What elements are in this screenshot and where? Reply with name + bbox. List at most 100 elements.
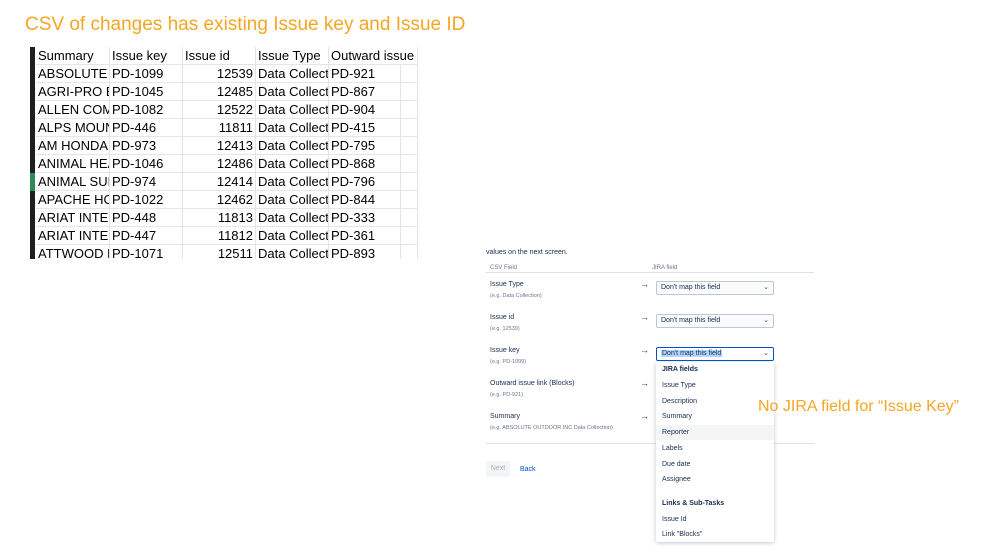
csv-field-label: Outward issue link (Blocks) — [490, 380, 575, 387]
header-issue-id[interactable]: Issue id — [183, 47, 256, 65]
chevron-down-icon: ⌄ — [763, 350, 769, 357]
cell-outward-link[interactable]: PD-904 — [329, 101, 401, 119]
header-issue-type[interactable]: Issue Type — [256, 47, 329, 65]
cell-outward-link[interactable]: PD-844 — [329, 191, 401, 209]
cell-issue-id[interactable]: 12539 — [183, 65, 256, 83]
cell-issue-key[interactable]: PD-973 — [110, 137, 183, 155]
cell-issue-id[interactable]: 12485 — [183, 83, 256, 101]
cell-issue-key[interactable]: PD-1071 — [110, 245, 183, 259]
cell-issue-key[interactable]: PD-1022 — [110, 191, 183, 209]
table-row: ARIAT INTER PD-447 11812 Data Collecti P… — [30, 227, 418, 245]
cell-issue-id[interactable]: 12414 — [183, 173, 256, 191]
arrow-right-icon: → — [640, 312, 649, 322]
cell-empty[interactable] — [401, 191, 418, 209]
cell-empty[interactable] — [401, 245, 418, 259]
cell-empty[interactable] — [401, 227, 418, 245]
cell-issue-key[interactable]: PD-1099 — [110, 65, 183, 83]
cell-issue-id[interactable]: 11812 — [183, 227, 256, 245]
cell-issue-type[interactable]: Data Collecti — [256, 155, 329, 173]
cell-outward-link[interactable]: PD-893 — [329, 245, 401, 259]
cell-issue-type[interactable]: Data Collecti — [256, 65, 329, 83]
cell-issue-key[interactable]: PD-974 — [110, 173, 183, 191]
dropdown-option[interactable]: Issue Id — [656, 512, 774, 527]
next-button[interactable]: Next — [486, 461, 510, 477]
cell-summary[interactable]: AGRI-PRO EI — [36, 83, 110, 101]
cell-issue-key[interactable]: PD-1046 — [110, 155, 183, 173]
cell-issue-key[interactable]: PD-447 — [110, 227, 183, 245]
cell-issue-type[interactable]: Data Collecti — [256, 227, 329, 245]
dropdown-option[interactable]: Assignee — [656, 472, 774, 487]
cell-outward-link[interactable]: PD-867 — [329, 83, 401, 101]
cell-issue-type[interactable]: Data Collecti — [256, 83, 329, 101]
csv-field-example: (e.g. PD-921) — [490, 392, 524, 398]
dropdown-option[interactable]: Labels — [656, 441, 774, 456]
cell-issue-key[interactable]: PD-1082 — [110, 101, 183, 119]
dropdown-option[interactable]: Summary — [656, 409, 774, 424]
row-marker — [30, 245, 35, 259]
dropdown-option[interactable]: Link "Blocks" — [656, 527, 774, 542]
cell-empty[interactable] — [401, 65, 418, 83]
cell-issue-type[interactable]: Data Collecti — [256, 119, 329, 137]
cell-issue-key[interactable]: PD-1045 — [110, 83, 183, 101]
dropdown-option[interactable]: Issue Type — [656, 378, 774, 393]
csv-field-example: (e.g. Data Collection) — [490, 293, 542, 299]
header-summary[interactable]: Summary — [36, 47, 110, 65]
back-link[interactable]: Back — [520, 466, 536, 473]
row-marker — [30, 173, 35, 191]
header-outward-issue-link[interactable]: Outward issue li — [329, 47, 418, 65]
cell-empty[interactable] — [401, 83, 418, 101]
cell-issue-id[interactable]: 11813 — [183, 209, 256, 227]
table-row: ANIMAL SUP PD-974 12414 Data Collecti PD… — [30, 173, 418, 191]
cell-summary[interactable]: ANIMAL HEA — [36, 155, 110, 173]
spreadsheet-header-row: Summary Issue key Issue id Issue Type Ou… — [30, 47, 418, 65]
cell-outward-link[interactable]: PD-921 — [329, 65, 401, 83]
cell-summary[interactable]: ALPS MOUNT — [36, 119, 110, 137]
cell-issue-type[interactable]: Data Collecti — [256, 101, 329, 119]
cell-issue-id[interactable]: 12522 — [183, 101, 256, 119]
cell-summary[interactable]: ATTWOOD N — [36, 245, 110, 259]
cell-issue-type[interactable]: Data Collecti — [256, 191, 329, 209]
row-marker — [30, 209, 35, 227]
jira-field-select-open[interactable]: Don't map this field ⌄ — [656, 347, 774, 361]
cell-outward-link[interactable]: PD-333 — [329, 209, 401, 227]
cell-summary[interactable]: ARIAT INTER — [36, 227, 110, 245]
dropdown-group-links-subtasks: Links & Sub-Tasks — [662, 500, 725, 507]
cell-outward-link[interactable]: PD-796 — [329, 173, 401, 191]
page-title: CSV of changes has existing Issue key an… — [25, 14, 466, 35]
csv-field-example: (e.g. ABSOLUTE OUTDOOR INC Data Collecti… — [490, 425, 613, 431]
cell-empty[interactable] — [401, 101, 418, 119]
cell-outward-link[interactable]: PD-795 — [329, 137, 401, 155]
dropdown-option[interactable]: Due date — [656, 457, 774, 472]
jira-field-select[interactable]: Don't map this field ⌄ — [656, 314, 774, 328]
cell-issue-key[interactable]: PD-448 — [110, 209, 183, 227]
cell-empty[interactable] — [401, 155, 418, 173]
cell-outward-link[interactable]: PD-415 — [329, 119, 401, 137]
cell-summary[interactable]: ALLEN COMF — [36, 101, 110, 119]
cell-issue-id[interactable]: 12486 — [183, 155, 256, 173]
cell-issue-id[interactable]: 12413 — [183, 137, 256, 155]
cell-outward-link[interactable]: PD-868 — [329, 155, 401, 173]
cell-empty[interactable] — [401, 209, 418, 227]
cell-issue-type[interactable]: Data Collecti — [256, 209, 329, 227]
cell-summary[interactable]: ANIMAL SUP — [36, 173, 110, 191]
dropdown-option-hovered[interactable]: Reporter — [656, 425, 774, 440]
cell-issue-type[interactable]: Data Collecti — [256, 137, 329, 155]
cell-summary[interactable]: ARIAT INTER — [36, 209, 110, 227]
cell-issue-type[interactable]: Data Collecti — [256, 245, 329, 259]
cell-empty[interactable] — [401, 137, 418, 155]
header-issue-key[interactable]: Issue key — [110, 47, 183, 65]
cell-outward-link[interactable]: PD-361 — [329, 227, 401, 245]
cell-issue-type[interactable]: Data Collecti — [256, 173, 329, 191]
cell-issue-id[interactable]: 12511 — [183, 245, 256, 259]
cell-empty[interactable] — [401, 119, 418, 137]
cell-summary[interactable]: ABSOLUTE C — [36, 65, 110, 83]
cell-empty[interactable] — [401, 173, 418, 191]
cell-issue-key[interactable]: PD-446 — [110, 119, 183, 137]
cell-summary[interactable]: APACHE HOS — [36, 191, 110, 209]
dropdown-option[interactable]: Description — [656, 394, 774, 409]
cell-summary[interactable]: AM HONDA I — [36, 137, 110, 155]
table-row: APACHE HOS PD-1022 12462 Data Collecti P… — [30, 191, 418, 209]
cell-issue-id[interactable]: 11811 — [183, 119, 256, 137]
cell-issue-id[interactable]: 12462 — [183, 191, 256, 209]
jira-field-select[interactable]: Don't map this field ⌄ — [656, 281, 774, 295]
